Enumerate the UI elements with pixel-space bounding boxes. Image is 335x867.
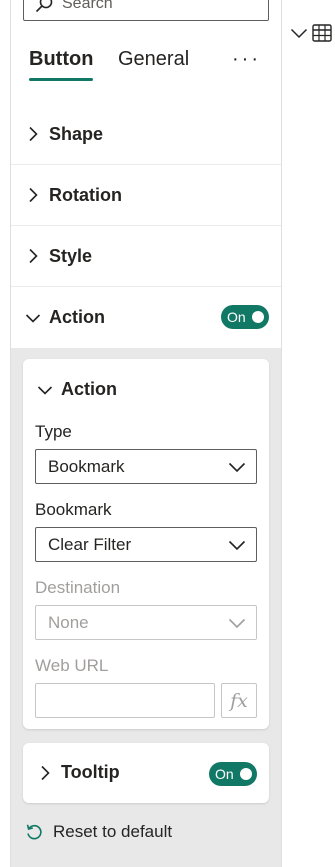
table-icon xyxy=(312,24,332,42)
bookmark-value: Clear Filter xyxy=(48,534,132,554)
toggle-label: On xyxy=(227,309,246,325)
destination-label: Destination xyxy=(35,578,121,597)
section-label: Action xyxy=(49,307,105,327)
format-pane: Search Button General ··· Shape Rotation… xyxy=(10,0,282,867)
weburl-input xyxy=(35,683,215,718)
fields-pane-header xyxy=(290,24,332,42)
action-card-title: Action xyxy=(61,379,117,399)
section-label: Style xyxy=(49,245,93,266)
bookmark-label: Bookmark xyxy=(35,500,112,519)
chevron-down-icon xyxy=(228,540,246,551)
destination-dropdown: None xyxy=(35,605,257,640)
bookmark-dropdown[interactable]: Clear Filter xyxy=(35,527,257,562)
tab-button[interactable]: Button xyxy=(29,48,94,81)
toggle-label: On xyxy=(215,766,234,782)
chevron-down-icon xyxy=(25,313,41,323)
tooltip-card-title: Tooltip xyxy=(61,762,120,782)
action-settings-area: Action Type Bookmark Bookmark Clear Filt… xyxy=(11,348,281,867)
toggle-knob xyxy=(252,311,264,323)
tooltip-toggle[interactable]: On xyxy=(209,762,257,786)
section-style[interactable]: Style xyxy=(11,226,281,287)
chevron-down-icon xyxy=(37,385,53,395)
search-placeholder: Search xyxy=(62,0,113,12)
destination-value: None xyxy=(48,612,89,632)
reset-to-default-button[interactable]: Reset to default xyxy=(25,822,172,842)
fx-button: fx xyxy=(221,683,257,718)
type-value: Bookmark xyxy=(48,456,125,476)
section-shape[interactable]: Shape xyxy=(11,104,281,165)
section-action[interactable]: Action On xyxy=(11,287,281,348)
tooltip-card-header[interactable]: Tooltip xyxy=(37,762,120,783)
toggle-knob xyxy=(240,768,252,780)
section-label: Rotation xyxy=(49,184,122,205)
search-icon xyxy=(35,0,53,12)
action-card-header[interactable]: Action xyxy=(37,379,117,400)
type-dropdown[interactable]: Bookmark xyxy=(35,449,257,484)
chevron-down-icon xyxy=(228,462,246,473)
weburl-label: Web URL xyxy=(35,656,109,675)
chevron-right-icon xyxy=(29,248,38,264)
action-toggle[interactable]: On xyxy=(221,305,269,329)
more-options-button[interactable]: ··· xyxy=(232,48,261,71)
chevron-down-icon xyxy=(228,618,246,629)
tooltip-card[interactable]: Tooltip On xyxy=(23,743,269,803)
search-input[interactable]: Search xyxy=(23,0,269,21)
section-rotation[interactable]: Rotation xyxy=(11,165,281,226)
chevron-down-icon[interactable] xyxy=(290,25,308,41)
chevron-right-icon xyxy=(29,187,38,203)
fx-label: fx xyxy=(230,689,248,712)
tab-general[interactable]: General xyxy=(118,48,189,71)
reset-icon xyxy=(26,824,42,840)
format-tabs: Button General ··· xyxy=(29,48,267,82)
action-card: Action Type Bookmark Bookmark Clear Filt… xyxy=(23,359,269,729)
type-label: Type xyxy=(35,422,72,441)
chevron-right-icon xyxy=(29,126,38,142)
chevron-right-icon xyxy=(41,765,50,780)
section-label: Shape xyxy=(49,123,104,144)
reset-label: Reset to default xyxy=(53,822,173,841)
